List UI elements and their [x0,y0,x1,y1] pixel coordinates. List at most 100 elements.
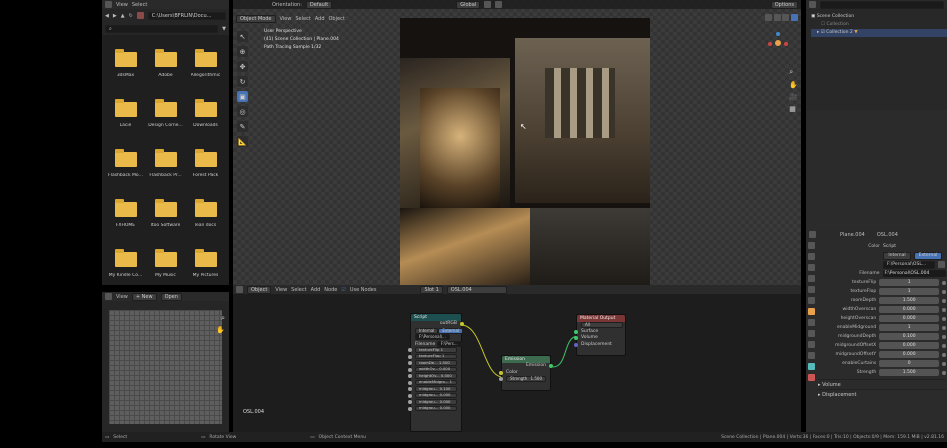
scale-tool-icon[interactable]: ▣ [237,91,248,102]
folder-item[interactable]: Forest Pack [186,142,225,192]
node-editor[interactable]: Object View Select Add Node ☑ Use Nodes S… [233,285,801,432]
image-view-menu[interactable]: View [116,294,128,300]
outliner-filter[interactable] [820,0,944,9]
keyframe-dot-icon[interactable] [942,298,946,303]
emission-node-header[interactable]: Emission [502,356,550,363]
x-neg-axis-icon[interactable] [784,42,788,46]
render-tab-icon[interactable] [807,253,815,260]
fb-menu-view[interactable]: View [116,2,128,8]
search-field[interactable]: ⌕ [105,24,219,33]
solid-shading-icon[interactable] [773,14,781,21]
zoom-icon[interactable]: ⌕ [789,68,798,77]
ne-menu-add[interactable]: Add [311,287,321,293]
folder-item[interactable]: My Kindle Co... [106,242,145,292]
keyframe-dot-icon[interactable] [942,316,946,321]
shader-type-dropdown[interactable]: Object [247,285,272,294]
keyframe-dot-icon[interactable] [942,325,946,330]
file-browse-icon[interactable] [938,261,945,268]
folder-item[interactable]: lean docs [186,192,225,242]
property-field[interactable]: 1.500 [879,297,940,304]
property-field[interactable]: 0.100 [879,333,940,340]
keyframe-dot-icon[interactable] [942,307,946,312]
input-socket[interactable] [499,377,503,381]
input-socket[interactable] [499,370,503,375]
modifier-tab-icon[interactable] [807,319,815,326]
emission-node[interactable]: Emission Emission Color Strength 1.500 [499,355,553,391]
property-field[interactable]: 1 [879,324,940,331]
x-axis-icon[interactable] [768,42,772,46]
editor-type-icon[interactable] [105,1,112,8]
input-socket[interactable] [408,380,412,385]
particles-tab-icon[interactable] [807,330,815,337]
input-socket[interactable] [408,406,412,411]
editor-type-icon[interactable] [236,286,243,293]
property-field[interactable]: 1 [879,279,940,286]
data-tab-icon[interactable] [807,363,815,370]
orientation-dropdown[interactable]: Default [305,0,333,9]
output-target-dropdown[interactable]: All [581,322,623,328]
parent-dir-icon[interactable]: ▲ [121,13,125,19]
hand-icon[interactable]: ✋ [216,326,225,334]
output-socket[interactable] [549,364,553,368]
hand-icon[interactable]: ✋ [789,81,798,89]
folder-item[interactable]: Allegorithmic [186,42,225,92]
ne-menu-node[interactable]: Node [324,287,337,293]
script-input-field[interactable]: midgrou... 0.000 [415,405,457,411]
keyframe-dot-icon[interactable] [942,343,946,348]
checkbox-icon[interactable]: ☑ [821,30,825,35]
material-tab-icon[interactable] [807,374,815,381]
outliner-item-scene-collection[interactable]: ▣ Scene Collection [811,13,947,21]
folder-item[interactable]: Flashback Mo... [106,142,145,192]
forward-icon[interactable]: ▶ [113,13,117,19]
options-dropdown[interactable]: Options [770,0,798,9]
keyframe-dot-icon[interactable] [942,352,946,357]
zoom-icon[interactable]: ⌕ [221,314,225,323]
color-value[interactable]: Script [883,244,896,249]
expand-icon[interactable]: ▸ [817,30,819,35]
outliner-item-collection[interactable]: ☐ Collection [811,21,947,29]
editor-type-icon[interactable] [809,231,816,238]
outliner-item-collection-2[interactable]: ▸ ☑ Collection 2 ▼ [811,29,947,37]
keyframe-dot-icon[interactable] [942,289,946,294]
property-field[interactable]: 1 [879,288,940,295]
input-socket[interactable] [408,393,412,398]
use-nodes-checkbox[interactable]: ☑ [341,287,345,293]
folder-item[interactable]: Flashback Pr... [146,142,185,192]
camera-icon[interactable]: 🎥 [789,93,798,101]
editor-type-icon[interactable] [809,1,816,8]
back-icon[interactable]: ◀ [105,13,109,19]
property-field[interactable]: 0.000 [879,306,940,313]
output-tab-icon[interactable] [807,264,815,271]
property-field[interactable]: 0 [879,360,940,367]
folder-item[interactable]: Downloads [186,92,225,142]
folder-item[interactable]: Lacie [106,92,145,142]
vp-menu-view[interactable]: View [280,16,292,22]
property-field[interactable]: 1.500 [879,369,940,376]
input-socket[interactable] [574,336,578,340]
displacement-panel[interactable]: ▸ Displacement [818,389,946,399]
refresh-icon[interactable]: ↻ [129,13,133,19]
vp-menu-object[interactable]: Object [329,16,345,22]
wireframe-shading-icon[interactable] [765,14,773,21]
input-socket[interactable] [408,387,412,391]
editor-type-icon[interactable] [105,293,112,300]
input-socket[interactable] [408,354,412,359]
keyframe-dot-icon[interactable] [942,370,946,375]
filter-icon[interactable]: ▼ [222,26,226,32]
input-socket[interactable] [408,400,412,404]
vp-menu-select[interactable]: Select [295,16,310,22]
script-node[interactable]: Script outRGB Internal External F:\Person… [408,313,464,432]
z-axis-icon[interactable] [776,32,780,36]
rendered-shading-icon[interactable] [791,14,798,21]
folder-item[interactable]: My Music [146,242,185,292]
rotate-tool-icon[interactable]: ↻ [237,76,248,87]
transform-tool-icon[interactable]: ◎ [237,106,248,117]
new-image-button[interactable]: + New [131,292,157,301]
snap-icon[interactable] [484,1,492,8]
ne-menu-select[interactable]: Select [291,287,306,293]
vp-menu-add[interactable]: Add [315,16,325,22]
select-tool-icon[interactable]: ↖ [237,31,248,42]
measure-tool-icon[interactable]: 📐 [237,136,248,147]
internal-toggle[interactable]: Internal [883,251,911,260]
material-output-node[interactable]: Material Output All Surface Volume Displ… [574,314,626,356]
